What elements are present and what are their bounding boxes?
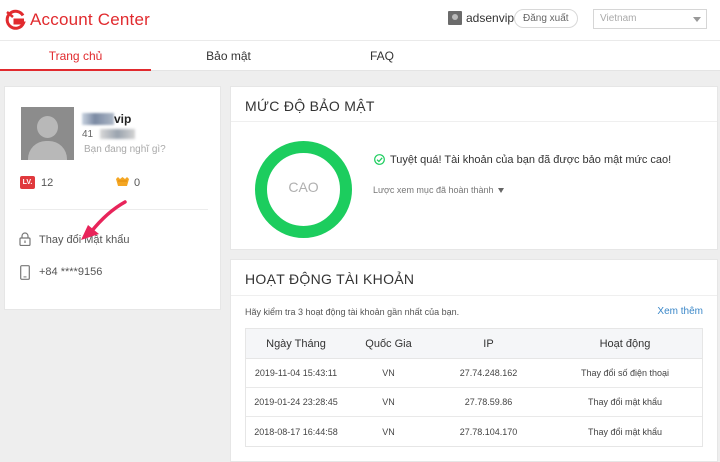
- view-completed-toggle[interactable]: Lược xem mục đã hoàn thành: [373, 185, 504, 195]
- language-value: Vietnam: [600, 13, 637, 24]
- cell-activity: Thay đổi số điện thoại: [580, 368, 670, 378]
- header-username[interactable]: adsenvip: [466, 11, 514, 25]
- view-more-link[interactable]: Xem thêm: [657, 306, 703, 317]
- profile-avatar[interactable]: [21, 107, 74, 160]
- profile-name: vip: [114, 112, 132, 126]
- user-avatar[interactable]: [448, 11, 462, 25]
- cell-date: 2019-01-24 23:28:45: [254, 397, 338, 407]
- coin-value: 0: [134, 177, 141, 189]
- app-title[interactable]: Account Center: [30, 10, 150, 30]
- cell-country: VN: [382, 426, 395, 437]
- tab-home[interactable]: Trang chủ: [0, 49, 151, 63]
- activity-title: HOẠT ĐỘNG TÀI KHOẢN: [245, 271, 415, 287]
- divider: [231, 121, 717, 122]
- activity-table: Ngày Tháng Quốc Gia IP Hoạt động 2019-11…: [245, 328, 703, 447]
- divider: [231, 295, 717, 296]
- status-input[interactable]: Bạn đang nghĩ gì?: [84, 144, 166, 155]
- logout-button[interactable]: Đăng xuất: [514, 9, 578, 28]
- garena-logo-icon[interactable]: [4, 9, 26, 31]
- security-title: MỨC ĐỘ BẢO MẬT: [245, 98, 375, 114]
- main-nav: Trang chủ Bảo mật FAQ: [0, 40, 720, 71]
- caret-down-icon: [497, 188, 504, 194]
- name-redaction: [82, 113, 114, 125]
- activity-hint: Hãy kiểm tra 3 hoạt động tài khoản gần n…: [245, 307, 460, 317]
- chevron-down-icon: [693, 17, 701, 22]
- level-value: 12: [41, 177, 54, 189]
- phone-icon: [20, 265, 30, 280]
- tab-faq[interactable]: FAQ: [320, 49, 444, 63]
- security-message: Tuyệt quá! Tài khoản của bạn đã được bảo…: [390, 154, 672, 166]
- tab-security[interactable]: Bảo mật: [156, 49, 301, 63]
- table-row: 2019-01-24 23:28:45 VN 27.78.59.86 Thay …: [246, 388, 702, 417]
- active-tab-indicator: [0, 69, 151, 71]
- profile-id: 41: [82, 129, 94, 140]
- table-row: 2019-11-04 15:43:11 VN 27.74.248.162 Tha…: [246, 359, 702, 388]
- cell-ip: 27.74.248.162: [459, 368, 518, 378]
- cell-date: 2018-08-17 16:44:58: [254, 426, 338, 437]
- column-header-date: Ngày Tháng: [266, 337, 326, 350]
- check-circle-icon: [374, 154, 385, 165]
- annotation-arrow-icon: [81, 200, 127, 240]
- cell-activity: Thay đổi mật khẩu: [587, 397, 663, 407]
- column-header-activity: Hoạt động: [599, 337, 651, 350]
- cell-country: VN: [382, 397, 395, 407]
- language-select[interactable]: Vietnam: [593, 9, 707, 29]
- security-level-label: CAO: [288, 179, 319, 195]
- level-badge-icon: LV.: [20, 176, 35, 189]
- cell-activity: Thay đổi mật khẩu: [587, 426, 663, 437]
- column-header-ip: IP: [483, 337, 494, 350]
- id-redaction: [100, 129, 135, 139]
- shell-coin-icon: [116, 177, 129, 186]
- phone-number[interactable]: +84 ****9156: [39, 266, 102, 278]
- view-completed-label: Lược xem mục đã hoàn thành: [373, 185, 494, 195]
- account-activity-card: HOẠT ĐỘNG TÀI KHOẢN Hãy kiểm tra 3 hoạt …: [230, 259, 718, 462]
- profile-card: vip 41 Bạn đang nghĩ gì? LV. 12 0 Thay đ…: [4, 86, 221, 310]
- cell-ip: 27.78.104.170: [459, 426, 518, 437]
- lock-icon: [19, 232, 31, 246]
- table-header: Ngày Tháng Quốc Gia IP Hoạt động: [246, 329, 702, 359]
- column-header-country: Quốc Gia: [365, 337, 412, 350]
- security-level-card: MỨC ĐỘ BẢO MẬT CAO Tuyệt quá! Tài khoản …: [230, 86, 718, 250]
- table-row: 2018-08-17 16:44:58 VN 27.78.104.170 Tha…: [246, 417, 702, 446]
- cell-country: VN: [382, 368, 395, 378]
- cell-ip: 27.78.59.86: [464, 397, 513, 407]
- top-bar: Account Center adsenvip Đăng xuất Vietna…: [0, 0, 720, 40]
- cell-date: 2019-11-04 15:43:11: [254, 368, 338, 378]
